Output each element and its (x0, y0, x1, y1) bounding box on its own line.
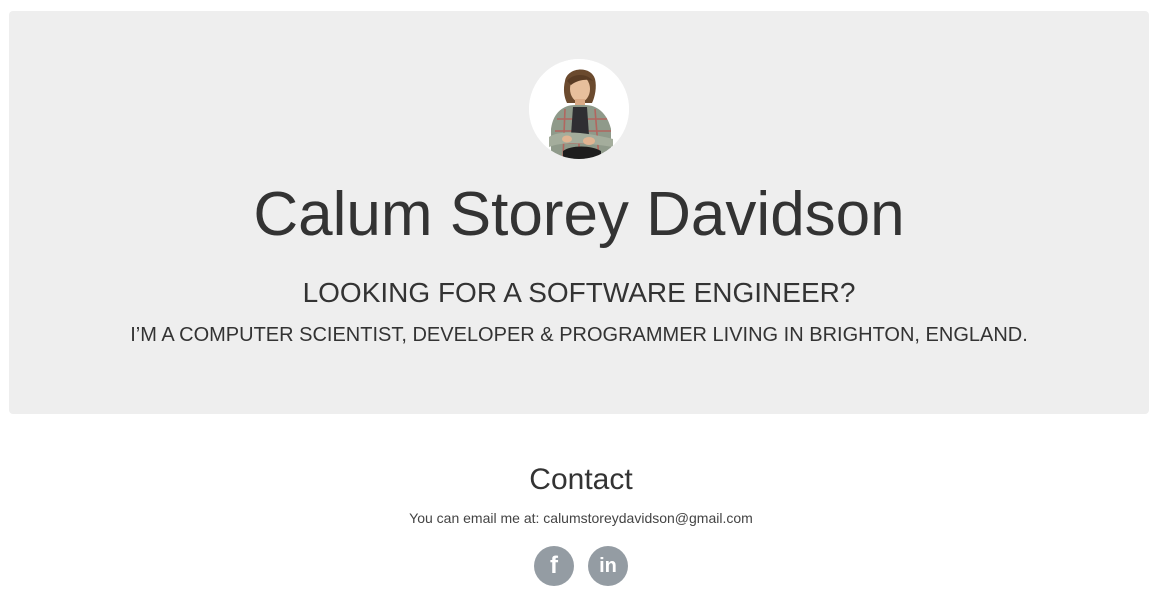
hero-headline: LOOKING FOR A SOFTWARE ENGINEER? (302, 277, 856, 308)
contact-email-text[interactable]: You can email me at: calumstoreydavidson… (0, 509, 1162, 527)
page-title: Calum Storey Davidson (253, 180, 905, 249)
linkedin-button[interactable]: in (588, 546, 628, 586)
social-links: f in (0, 546, 1162, 586)
profile-photo (529, 59, 629, 159)
profile-avatar (529, 59, 629, 159)
facebook-button[interactable]: f (534, 546, 574, 586)
linkedin-icon: in (599, 554, 617, 577)
hero-banner: Calum Storey Davidson LOOKING FOR A SOFT… (9, 11, 1149, 414)
hero-tagline: I’M A COMPUTER SCIENTIST, DEVELOPER & PR… (130, 324, 1028, 346)
contact-section: Contact You can email me at: calumstorey… (0, 414, 1162, 614)
contact-heading: Contact (529, 463, 633, 496)
facebook-icon: f (550, 552, 558, 579)
